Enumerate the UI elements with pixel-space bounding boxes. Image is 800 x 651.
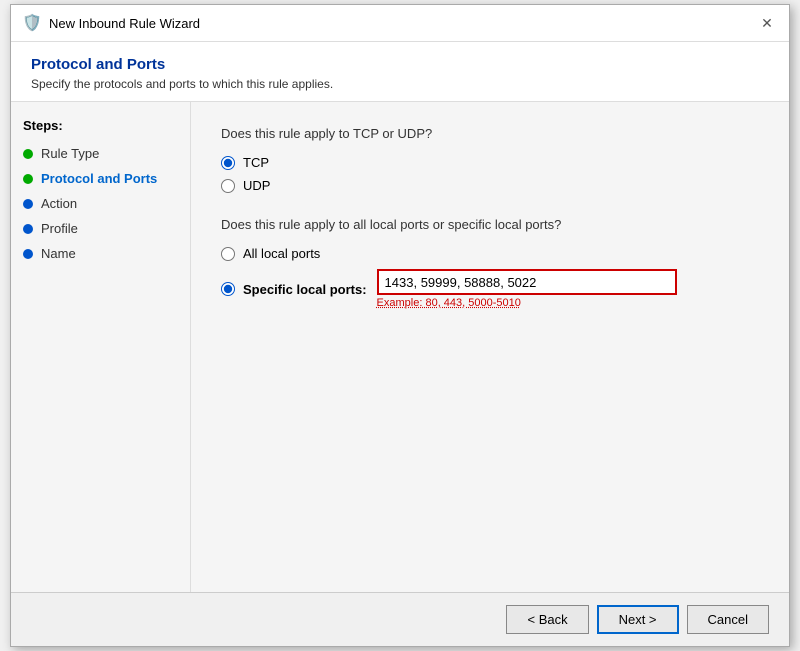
content-area: Steps: Rule Type Protocol and Ports Acti… — [11, 102, 789, 592]
all-ports-radio[interactable] — [221, 247, 235, 261]
sidebar-item-label-action: Action — [41, 196, 77, 211]
tcp-udp-radio-group: TCP UDP — [221, 155, 759, 193]
tcp-radio[interactable] — [221, 156, 235, 170]
tcp-udp-question: Does this rule apply to TCP or UDP? — [221, 126, 759, 141]
udp-radio[interactable] — [221, 179, 235, 193]
sidebar-item-label-rule-type: Rule Type — [41, 146, 99, 161]
udp-label: UDP — [243, 178, 270, 193]
all-ports-label: All local ports — [243, 246, 320, 261]
step-dot-profile — [23, 224, 33, 234]
port-input-wrapper: Example: 80, 443, 5000-5010 — [377, 269, 677, 309]
close-button[interactable]: ✕ — [757, 13, 777, 33]
all-ports-radio-item[interactable]: All local ports — [221, 246, 759, 261]
port-input[interactable] — [377, 269, 677, 295]
step-dot-rule-type — [23, 149, 33, 159]
tcp-radio-item[interactable]: TCP — [221, 155, 759, 170]
ports-question: Does this rule apply to all local ports … — [221, 217, 759, 232]
port-example: Example: 80, 443, 5000-5010 — [377, 297, 677, 309]
sidebar-item-protocol-ports[interactable]: Protocol and Ports — [11, 166, 190, 191]
dialog-title: New Inbound Rule Wizard — [49, 16, 200, 31]
page-subtitle: Specify the protocols and ports to which… — [31, 77, 769, 91]
next-button[interactable]: Next > — [597, 605, 679, 634]
back-button[interactable]: < Back — [506, 605, 588, 634]
page-header: Protocol and Ports Specify the protocols… — [11, 42, 789, 102]
footer: < Back Next > Cancel — [11, 592, 789, 646]
sidebar-item-label-protocol-ports: Protocol and Ports — [41, 171, 157, 186]
page-title: Protocol and Ports — [31, 56, 769, 73]
sidebar-item-label-name: Name — [41, 246, 76, 261]
ports-radio-group: All local ports Specific local ports: Ex… — [221, 246, 759, 309]
cancel-button[interactable]: Cancel — [687, 605, 769, 634]
sidebar: Steps: Rule Type Protocol and Ports Acti… — [11, 102, 191, 592]
step-dot-protocol-ports — [23, 174, 33, 184]
sidebar-item-profile[interactable]: Profile — [11, 216, 190, 241]
title-bar-left: 🛡️ New Inbound Rule Wizard — [23, 14, 200, 32]
steps-label: Steps: — [11, 118, 190, 141]
main-panel: Does this rule apply to TCP or UDP? TCP … — [191, 102, 789, 592]
tcp-label: TCP — [243, 155, 269, 170]
dialog-window: 🛡️ New Inbound Rule Wizard ✕ Protocol an… — [10, 4, 790, 647]
specific-ports-label: Specific local ports: — [243, 282, 367, 297]
udp-radio-item[interactable]: UDP — [221, 178, 759, 193]
specific-ports-row: Specific local ports: Example: 80, 443, … — [221, 269, 759, 309]
sidebar-item-name[interactable]: Name — [11, 241, 190, 266]
title-bar: 🛡️ New Inbound Rule Wizard ✕ — [11, 5, 789, 42]
specific-ports-radio[interactable] — [221, 282, 235, 296]
sidebar-item-label-profile: Profile — [41, 221, 78, 236]
specific-ports-radio-item[interactable]: Specific local ports: — [221, 282, 367, 297]
sidebar-item-rule-type[interactable]: Rule Type — [11, 141, 190, 166]
wizard-icon: 🛡️ — [23, 14, 41, 32]
step-dot-name — [23, 249, 33, 259]
sidebar-item-action[interactable]: Action — [11, 191, 190, 216]
step-dot-action — [23, 199, 33, 209]
